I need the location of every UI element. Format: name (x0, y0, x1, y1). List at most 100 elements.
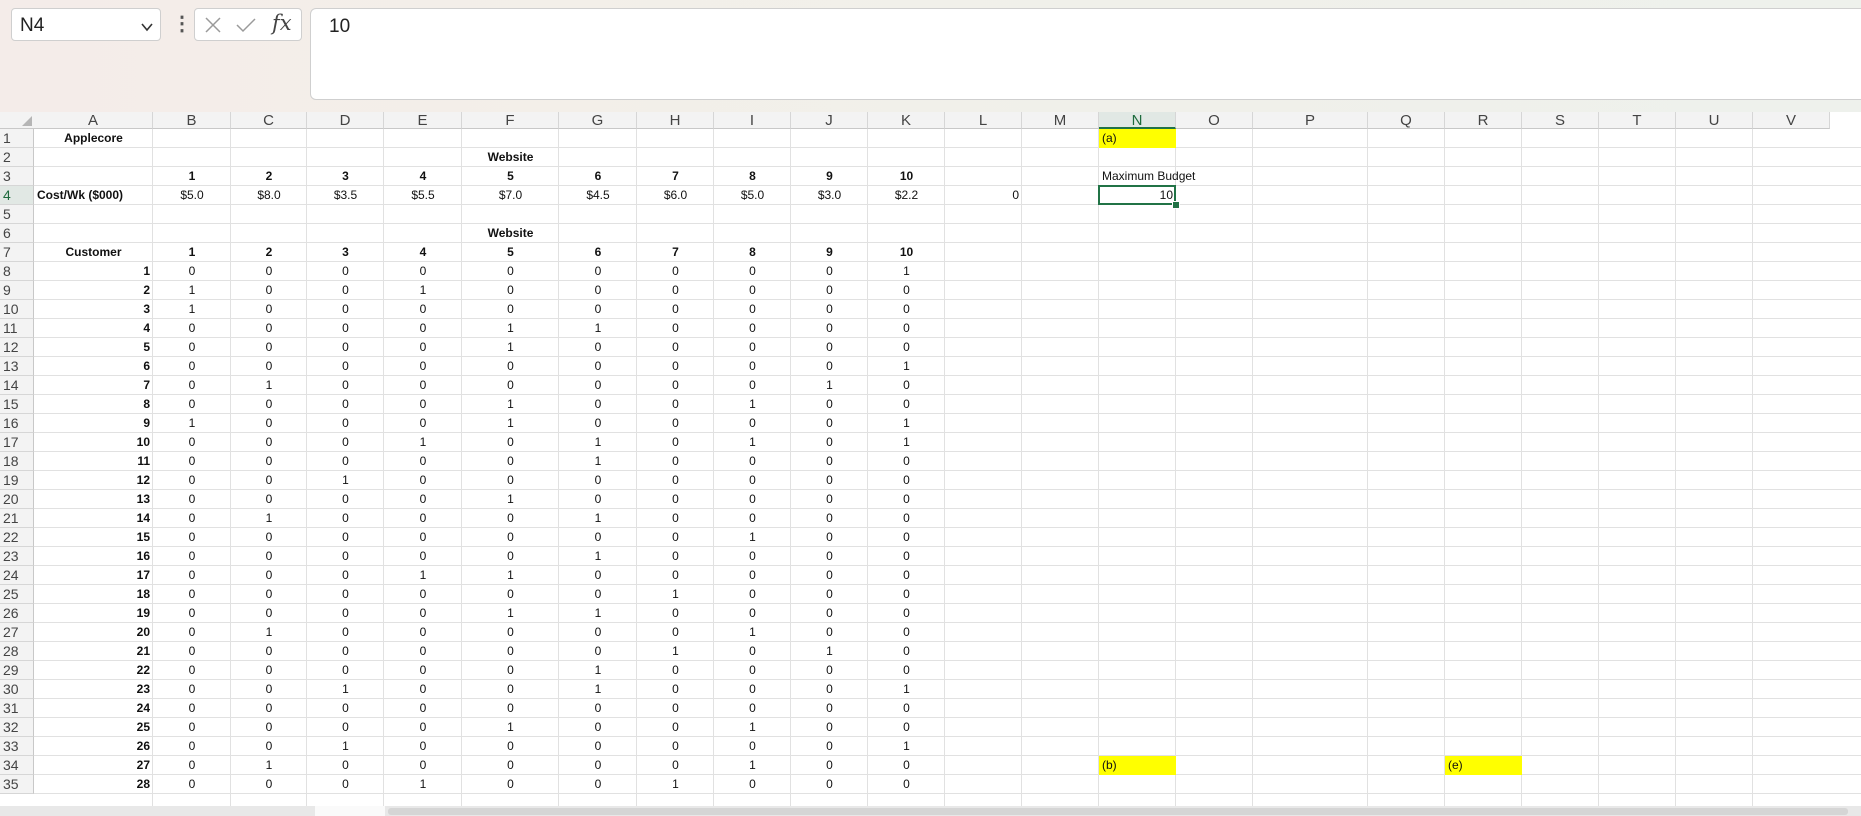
customer-id[interactable]: 14 (34, 509, 153, 528)
coverage-value[interactable]: 0 (791, 547, 868, 566)
row-header[interactable]: 27 (0, 623, 34, 642)
row-header[interactable]: 31 (0, 699, 34, 718)
coverage-value[interactable]: 1 (714, 433, 791, 452)
cost-value[interactable]: $5.0 (153, 186, 231, 205)
row-header[interactable]: 23 (0, 547, 34, 566)
coverage-value[interactable]: 0 (231, 718, 307, 737)
coverage-value[interactable]: 0 (559, 585, 637, 604)
customer-id[interactable]: 5 (34, 338, 153, 357)
coverage-value[interactable]: 0 (153, 509, 231, 528)
coverage-value[interactable]: 0 (307, 509, 384, 528)
coverage-value[interactable]: 0 (791, 319, 868, 338)
coverage-value[interactable]: 1 (559, 509, 637, 528)
coverage-value[interactable]: 1 (384, 433, 462, 452)
website-number[interactable]: 2 (231, 167, 307, 186)
cost-value[interactable]: $5.0 (714, 186, 791, 205)
column-header[interactable]: G (559, 112, 637, 129)
coverage-value[interactable]: 0 (868, 718, 945, 737)
fill-handle[interactable] (1172, 201, 1180, 209)
cost-value[interactable]: $7.0 (462, 186, 559, 205)
coverage-value[interactable]: 0 (462, 509, 559, 528)
coverage-value[interactable]: 0 (714, 547, 791, 566)
coverage-value[interactable]: 0 (637, 604, 714, 623)
coverage-value[interactable]: 0 (462, 661, 559, 680)
coverage-value[interactable]: 0 (637, 452, 714, 471)
coverage-value[interactable]: 0 (307, 300, 384, 319)
coverage-value[interactable]: 1 (153, 300, 231, 319)
coverage-value[interactable]: 0 (637, 262, 714, 281)
customer-label[interactable]: Customer (34, 243, 153, 262)
coverage-value[interactable]: 0 (231, 528, 307, 547)
coverage-value[interactable]: 0 (714, 262, 791, 281)
customer-id[interactable]: 23 (34, 680, 153, 699)
website-number[interactable]: 6 (559, 167, 637, 186)
coverage-value[interactable]: 0 (231, 775, 307, 794)
coverage-value[interactable]: 0 (384, 338, 462, 357)
coverage-value[interactable]: 0 (637, 300, 714, 319)
coverage-value[interactable]: 0 (637, 547, 714, 566)
coverage-value[interactable]: 1 (868, 357, 945, 376)
column-header[interactable]: T (1599, 112, 1676, 129)
insert-function-icon[interactable]: fx (272, 11, 292, 35)
coverage-value[interactable]: 0 (791, 414, 868, 433)
website-number[interactable]: 7 (637, 243, 714, 262)
coverage-value[interactable]: 0 (637, 566, 714, 585)
coverage-value[interactable]: 0 (153, 699, 231, 718)
coverage-value[interactable]: 1 (637, 585, 714, 604)
coverage-value[interactable]: 0 (868, 395, 945, 414)
formula-input[interactable]: 10 (310, 8, 1861, 100)
column-header[interactable]: O (1176, 112, 1253, 129)
coverage-value[interactable]: 1 (384, 281, 462, 300)
website-number[interactable]: 7 (637, 167, 714, 186)
coverage-value[interactable]: 0 (384, 395, 462, 414)
coverage-value[interactable]: 0 (231, 604, 307, 623)
coverage-value[interactable]: 0 (559, 414, 637, 433)
row-header[interactable]: 8 (0, 262, 34, 281)
coverage-value[interactable]: 0 (791, 680, 868, 699)
customer-id[interactable]: 19 (34, 604, 153, 623)
row-header[interactable]: 6 (0, 224, 34, 243)
coverage-value[interactable]: 0 (791, 262, 868, 281)
coverage-value[interactable]: 0 (307, 452, 384, 471)
coverage-value[interactable]: 0 (153, 566, 231, 585)
coverage-value[interactable]: 1 (559, 452, 637, 471)
coverage-value[interactable]: 0 (231, 680, 307, 699)
coverage-value[interactable]: 0 (559, 642, 637, 661)
coverage-value[interactable]: 0 (559, 566, 637, 585)
customer-id[interactable]: 11 (34, 452, 153, 471)
coverage-value[interactable]: 0 (153, 661, 231, 680)
coverage-value[interactable]: 0 (637, 319, 714, 338)
coverage-value[interactable]: 0 (384, 319, 462, 338)
coverage-value[interactable]: 1 (791, 376, 868, 395)
coverage-value[interactable]: 0 (462, 623, 559, 642)
coverage-value[interactable]: 0 (791, 338, 868, 357)
label-e[interactable]: (e) (1445, 756, 1522, 775)
coverage-value[interactable]: 0 (384, 471, 462, 490)
coverage-value[interactable]: 0 (714, 680, 791, 699)
coverage-value[interactable]: 0 (307, 357, 384, 376)
coverage-value[interactable]: 0 (714, 300, 791, 319)
column-header[interactable]: J (791, 112, 868, 129)
coverage-value[interactable]: 0 (384, 585, 462, 604)
row-header[interactable]: 14 (0, 376, 34, 395)
coverage-value[interactable]: 0 (637, 528, 714, 547)
coverage-value[interactable]: 0 (153, 319, 231, 338)
customer-id[interactable]: 4 (34, 319, 153, 338)
coverage-value[interactable]: 0 (791, 737, 868, 756)
row-header[interactable]: 20 (0, 490, 34, 509)
coverage-value[interactable]: 1 (462, 395, 559, 414)
coverage-value[interactable]: 0 (868, 661, 945, 680)
coverage-value[interactable]: 0 (868, 775, 945, 794)
row-header[interactable]: 26 (0, 604, 34, 623)
coverage-value[interactable]: 0 (462, 357, 559, 376)
coverage-value[interactable]: 0 (307, 604, 384, 623)
coverage-value[interactable]: 0 (637, 357, 714, 376)
coverage-value[interactable]: 0 (791, 528, 868, 547)
cost-value[interactable]: $4.5 (559, 186, 637, 205)
coverage-value[interactable]: 1 (462, 414, 559, 433)
row-header[interactable]: 30 (0, 680, 34, 699)
coverage-value[interactable]: 0 (231, 338, 307, 357)
coverage-value[interactable]: 0 (791, 718, 868, 737)
chevron-down-icon[interactable] (140, 18, 154, 40)
coverage-value[interactable]: 1 (868, 680, 945, 699)
